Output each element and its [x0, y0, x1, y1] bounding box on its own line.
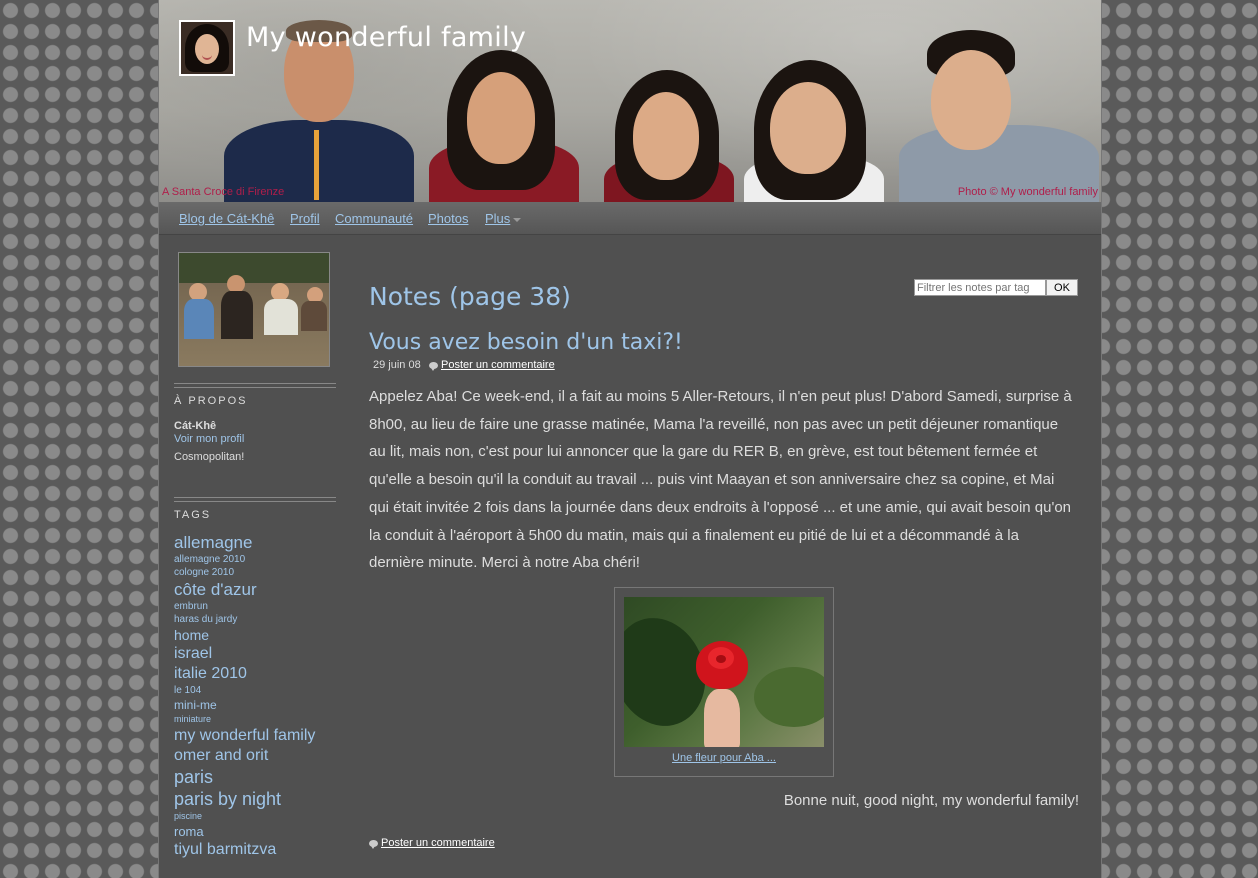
nav-plus[interactable]: Plus — [485, 211, 522, 226]
comment-icon — [429, 361, 438, 371]
tag-link[interactable]: paris — [174, 766, 344, 788]
tag-link[interactable]: omer and orit — [174, 746, 344, 766]
tag-cloud: allemagne allemagne 2010 cologne 2010 côte … — [174, 532, 344, 860]
tag-link[interactable]: my wonderful family — [174, 726, 344, 746]
page-title: Notes (page 38) — [369, 282, 571, 311]
chevron-down-icon — [513, 217, 522, 222]
tags-heading: TAGS — [174, 509, 212, 521]
about-name: Cát-Khê — [174, 420, 217, 432]
sidebar-divider — [174, 383, 336, 388]
tag-link[interactable]: tiyul barmitzva — [174, 840, 344, 860]
tag-link[interactable]: côte d'azur — [174, 579, 344, 600]
tag-link[interactable]: allemagne 2010 — [174, 553, 344, 566]
tag-link[interactable]: embrun — [174, 600, 344, 613]
banner-person-4 — [734, 60, 894, 202]
tag-link[interactable]: le 104 — [174, 684, 344, 697]
tag-link[interactable]: roma — [174, 823, 344, 840]
photo-caption-link[interactable]: Une fleur pour Aba ... — [615, 752, 833, 764]
main-nav: Blog de Cát-Khê Profil Communauté Photos… — [159, 202, 1101, 235]
post-comment-label: Poster un commentaire — [441, 359, 555, 371]
tag-link[interactable]: miniature — [174, 713, 344, 726]
site-title[interactable]: My wonderful family — [246, 22, 526, 53]
filter-ok-button[interactable]: OK — [1046, 279, 1078, 296]
tag-link[interactable]: paris by night — [174, 788, 344, 810]
post-photo-image[interactable] — [624, 597, 824, 747]
tag-link[interactable]: cologne 2010 — [174, 566, 344, 579]
tag-link[interactable]: piscine — [174, 810, 344, 823]
comment-icon — [369, 839, 378, 849]
nav-communaute[interactable]: Communauté — [335, 211, 413, 226]
tag-link[interactable]: allemagne — [174, 532, 344, 553]
nav-profil[interactable]: Profil — [290, 211, 320, 226]
post-date: 29 juin 08 — [373, 359, 421, 371]
footer-comment-link[interactable]: Poster un commentaire — [381, 837, 495, 849]
banner-caption-left: A Santa Croce di Firenze — [162, 186, 285, 198]
post-title[interactable]: Vous avez besoin d'un taxi?! — [369, 330, 683, 355]
tag-filter-input[interactable] — [914, 279, 1046, 296]
sidebar-divider — [174, 497, 336, 502]
about-heading: À PROPOS — [174, 395, 248, 407]
post-photo[interactable]: Une fleur pour Aba ... — [614, 587, 834, 777]
about-description: Cosmopolitan! — [174, 451, 245, 463]
post-body: Appelez Aba! Ce week-end, il a fait au m… — [369, 388, 1072, 572]
tag-link[interactable]: home — [174, 626, 344, 644]
view-profile-link[interactable]: Voir mon profil — [174, 433, 244, 445]
banner-person-2 — [419, 50, 589, 202]
nav-photos[interactable]: Photos — [428, 211, 468, 226]
tag-link[interactable]: israel — [174, 644, 344, 664]
post-comment-link[interactable]: Poster un commentaire — [429, 359, 555, 371]
banner-person-3 — [599, 70, 739, 202]
nav-plus-label: Plus — [485, 211, 511, 226]
nav-blog[interactable]: Blog de Cát-Khê — [179, 211, 274, 226]
banner-caption-right: Photo © My wonderful family — [957, 186, 1098, 198]
post-sign-off: Bonne nuit, good night, my wonderful fam… — [783, 792, 1079, 809]
avatar[interactable] — [179, 20, 235, 76]
page-container: My wonderful family A Santa Croce di Fir… — [158, 0, 1102, 878]
tag-link[interactable]: italie 2010 — [174, 664, 344, 684]
footer-comment: Poster un commentaire — [369, 837, 495, 849]
tag-link[interactable]: mini-me — [174, 697, 344, 713]
tag-link[interactable]: haras du jardy — [174, 613, 344, 626]
header-banner: My wonderful family A Santa Croce di Fir… — [159, 0, 1101, 202]
banner-person-5 — [899, 30, 1099, 202]
sidebar-photo[interactable] — [178, 252, 330, 367]
